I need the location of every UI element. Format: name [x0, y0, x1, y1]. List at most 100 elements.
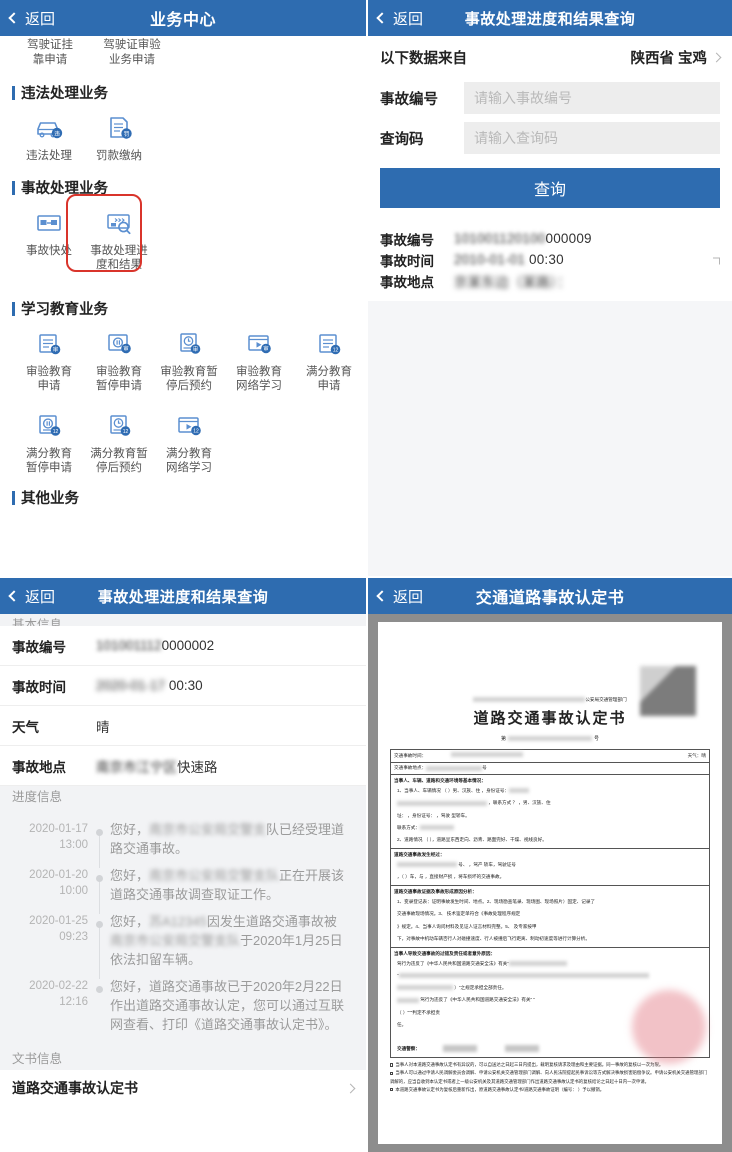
play-badge-icon: 审 [242, 327, 276, 361]
result-label: 事故地点 [380, 274, 434, 290]
grid-item-fine-payment[interactable]: 罚 罚款缴纳 [84, 109, 154, 163]
grid-item-edu-7[interactable]: 12 满分教育 网络学习 [154, 407, 224, 475]
redacted-text [473, 697, 586, 703]
fine-payment-icon: 罚 [102, 111, 136, 145]
navbar-accident-query: 返回 事故处理进度和结果查询 [368, 0, 732, 36]
detail-label: 天气 [12, 719, 39, 735]
back-button[interactable]: 返回 [0, 8, 55, 29]
grid-item-edu-3[interactable]: 审 审验教育 网络学习 [224, 325, 294, 393]
timeline-date: 2020-01-17 [29, 823, 88, 835]
checkbox-icon [390, 1063, 394, 1067]
no-prefix: 第 [500, 735, 506, 742]
redacted-text-2: 南京市公安局交警支队 [110, 933, 241, 948]
query-code-input[interactable] [464, 122, 720, 154]
timeline-date: 2020-01-25 [29, 915, 88, 927]
clipped-item-label: 驾驶证挂 靠申请 [27, 39, 73, 66]
officer-label: 交通警察： [397, 1046, 420, 1052]
clipped-item-1[interactable]: 驾驶证审验 业务申请 [96, 38, 168, 68]
redacted-text [397, 997, 419, 1003]
result-value: 京某东边（某路）： [454, 271, 571, 291]
section-title-other: 其他业务 [12, 487, 366, 508]
org-suffix: 公安局交通管理部门 [585, 697, 627, 702]
grid-item-edu-4[interactable]: 12 满分教育 申请 [294, 325, 364, 393]
detail-row-accident-no: 事故编号 1010011120000002 [0, 626, 366, 666]
back-button[interactable]: 返回 [368, 586, 423, 607]
back-button[interactable]: 返回 [0, 586, 55, 607]
business-center-body: 驾驶证挂 靠申请 驾驶证审验 业务申请 违法处理业务 违 违法处理 罚 罚款缴纳… [0, 36, 366, 576]
block-line: ，（ ）车，与 ，直接财产损 ，将车损坏的交通事故。 [394, 872, 706, 884]
grid-item-edu-1[interactable]: 审 审验教育 暂停申请 [84, 325, 154, 393]
timeline-time: 2020-01-17 13:00 [8, 820, 88, 858]
grid-item-edu-0[interactable]: 审 审验教育 申请 [14, 325, 84, 393]
section-title-accident: 事故处理业务 [12, 177, 366, 198]
footnote-text: 当事人对本道路交通事故认定书有异议的，可以自送达之日起三日内提出，载明复核请求及… [395, 1062, 664, 1068]
redacted-text: 101001112 [96, 638, 162, 653]
grid-item-label: 满分教育暂 停后预约 [90, 448, 148, 474]
timeline-marker [88, 866, 110, 914]
chevron-right-icon [345, 1083, 356, 1093]
screenshot-grid: 返回 业务中心 驾驶证挂 靠申请 驾驶证审验 业务申请 违法处理业务 违 违法处… [0, 0, 732, 1152]
redacted-text [397, 985, 453, 991]
timeline-text: 您好，道路交通事故已于2020年2月22日作出道路交通事故认定，您可以通过互联网… [110, 979, 345, 1032]
detail-label: 事故时间 [12, 679, 66, 695]
accident-query-body: 以下数据来自 陕西省 宝鸡 事故编号 查询码 查询 [368, 36, 732, 576]
line-text: 驾行为违反了《中华人民共和国道路交通安全法》有关" [397, 960, 509, 966]
svg-text:12: 12 [53, 429, 59, 435]
block-line: ，联系方式 ？ ，男、汉族、住 [394, 798, 706, 810]
timeline-item: 2020-02-22 12:16 您好，道路交通事故已于2020年2月22日作出… [0, 973, 366, 1038]
icon-row-violation: 违 违法处理 罚 罚款缴纳 [0, 109, 366, 163]
timeline-date: 2020-01-20 [29, 869, 88, 881]
certificate-canvas[interactable]: 公安局交通管理部门 道路交通事故认定书 第号 交通事故时间： 天气：晴 交通事故… [368, 614, 732, 1152]
line-text: 址： ，身份证号： ，驾驶 型轿车。 [397, 812, 470, 818]
redacted-text: 南京市江宁区 [96, 759, 177, 775]
grid-item-edu-2[interactable]: 审 审验教育暂 停后预约 [154, 325, 224, 393]
timeline-time: 2020-01-20 10:00 [8, 866, 88, 904]
section-label: 违法处理业务 [21, 86, 108, 102]
query-result-card[interactable]: 事故编号 101001120100000009 事故时间 2010-01-01 … [368, 220, 732, 301]
clipped-item-0[interactable]: 驾驶证挂 靠申请 [14, 38, 86, 68]
checkbox-icon [390, 1087, 394, 1092]
detail-label: 事故编号 [12, 639, 66, 655]
block-line: 1、当事人、车辆情况 （ ）男、汉族、住 ，身份证号： [394, 786, 706, 798]
data-source-row[interactable]: 以下数据来自 陕西省 宝鸡 [368, 36, 732, 78]
grid-item-violation-handling[interactable]: 违 违法处理 [14, 109, 84, 163]
line-text: ，联系方式 ？ ，男、汉族、住 [487, 800, 551, 806]
icon-row-education-1: 审 审验教育 申请 审 审验教育 暂停申请 审 审验教育暂 停后预约 审 审验教… [0, 325, 366, 393]
back-button[interactable]: 返回 [368, 8, 423, 29]
field-label: 事故编号 [380, 91, 438, 108]
timeline-text: 您好，苏A12345因发生道路交通事故被南京市公安局交警支队于2020年1月25… [110, 912, 354, 969]
grid-item-edu-5[interactable]: 12 满分教育 暂停申请 [14, 407, 84, 475]
detail-label: 事故地点 [12, 759, 66, 775]
table-block-evidence: 道路交通事故证据及事故形成原因分析： 1、变录登记表：证明事故发生时间、地点。2… [391, 886, 709, 948]
svg-text:审: 审 [123, 345, 128, 353]
progress-timeline: 2020-01-17 13:00 您好，南京市公安局交警支队已经受理道路交通事故… [0, 808, 366, 1048]
grid-item-label: 满分教育 申请 [306, 366, 352, 392]
checkbox-icon [390, 1071, 394, 1075]
navbar-certificate: 返回 交通道路事故认定书 [368, 578, 732, 614]
footnote-text: 本道路交通事故认定书为复核后重新作出，原道路交通事故认定书/道路交通事故证明（编… [395, 1086, 605, 1092]
panel-accident-query: 返回 事故处理进度和结果查询 以下数据来自 陕西省 宝鸡 事故编号 查询码 [366, 0, 732, 576]
document-list-item[interactable]: 道路交通事故认定书 [0, 1070, 366, 1106]
accident-quick-handle-icon [32, 206, 66, 240]
redacted-text [419, 825, 454, 831]
section-accent-bar [12, 85, 15, 100]
row-label: 交通事故时间： [394, 752, 427, 758]
query-submit-button[interactable]: 查询 [380, 168, 720, 208]
line-text: 联系方式： [397, 824, 420, 830]
svg-text:12: 12 [333, 348, 339, 354]
table-block-process: 道路交通事故发生经过： 号、 ，驾产 轿车，驾驶证号 ，（ ）车，与 ，直接财产… [391, 849, 709, 887]
timeline-item: 2020-01-25 09:23 您好，苏A12345因发生道路交通事故被南京市… [0, 908, 366, 979]
block-head: 道路交通事故证据及事故形成原因分析： [394, 888, 477, 894]
redacted-text: 京某东边（某路）： [454, 274, 571, 290]
block-line: 1、变录登记表：证明事故发生时间、地点。2、现场勘查笔录、现场图、现场照片）固定… [394, 897, 706, 909]
line-text: （ ）"""判定不承担责 [397, 1009, 440, 1015]
line-text: 任。 [397, 1021, 407, 1027]
timeline-marker [88, 820, 110, 868]
doc-badge-icon: 审 [32, 327, 66, 361]
accident-number-input[interactable] [464, 82, 720, 114]
grid-item-edu-6[interactable]: 12 满分教育暂 停后预约 [84, 407, 154, 475]
timeline-clock: 09:23 [59, 931, 88, 943]
redacted-text [508, 961, 567, 966]
query-form: 事故编号 查询码 查询 [368, 78, 732, 220]
block-line: 交通事故现场情况。3、 技术鉴定单符合《事故处理程序规定 [394, 909, 706, 921]
